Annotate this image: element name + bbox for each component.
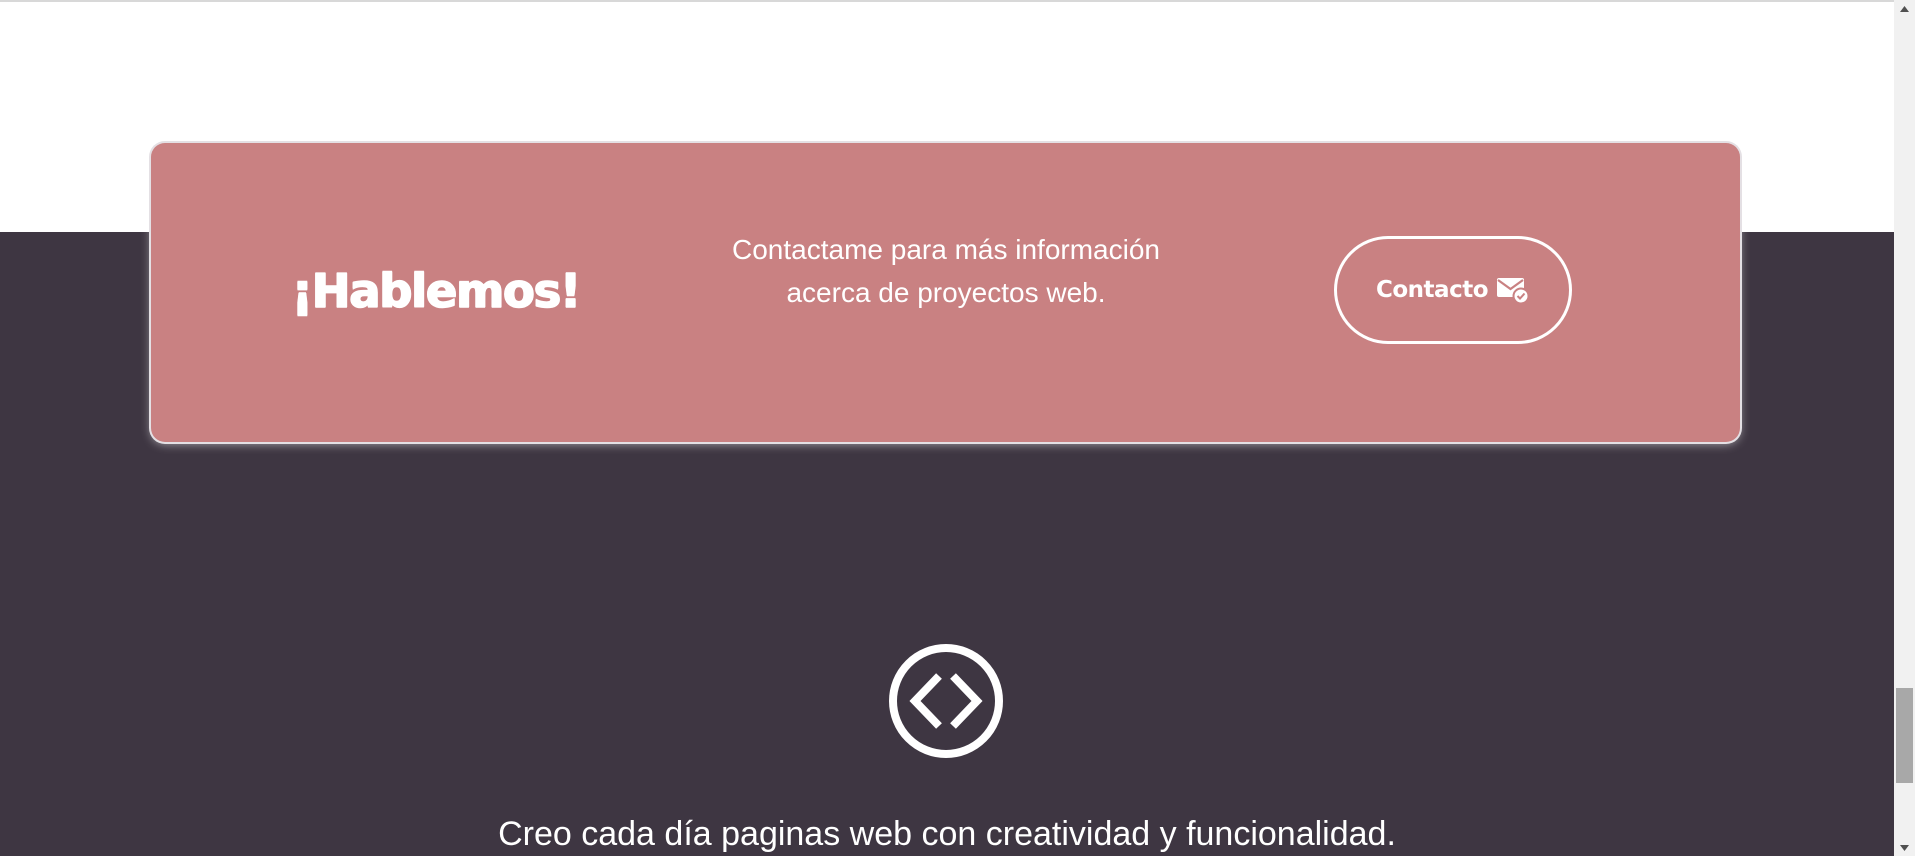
scrollbar-thumb[interactable] <box>1896 688 1913 783</box>
contact-button-label: Contacto <box>1376 277 1489 303</box>
code-brackets-icon <box>888 643 1004 759</box>
scroll-down-arrow-icon[interactable] <box>1894 839 1915 856</box>
vertical-scrollbar[interactable] <box>1894 0 1915 856</box>
contact-button[interactable]: Contacto <box>1334 236 1572 344</box>
footer-tagline: Creo cada día paginas web con creativida… <box>498 815 1396 853</box>
mail-check-icon <box>1496 276 1530 305</box>
cta-title: ¡Hablemos! <box>291 264 582 318</box>
cta-description: Contactame para más información acerca d… <box>732 234 1160 308</box>
contact-cta-card: ¡Hablemos! Contactame para más informaci… <box>151 143 1740 442</box>
scroll-up-arrow-icon[interactable] <box>1894 0 1915 17</box>
